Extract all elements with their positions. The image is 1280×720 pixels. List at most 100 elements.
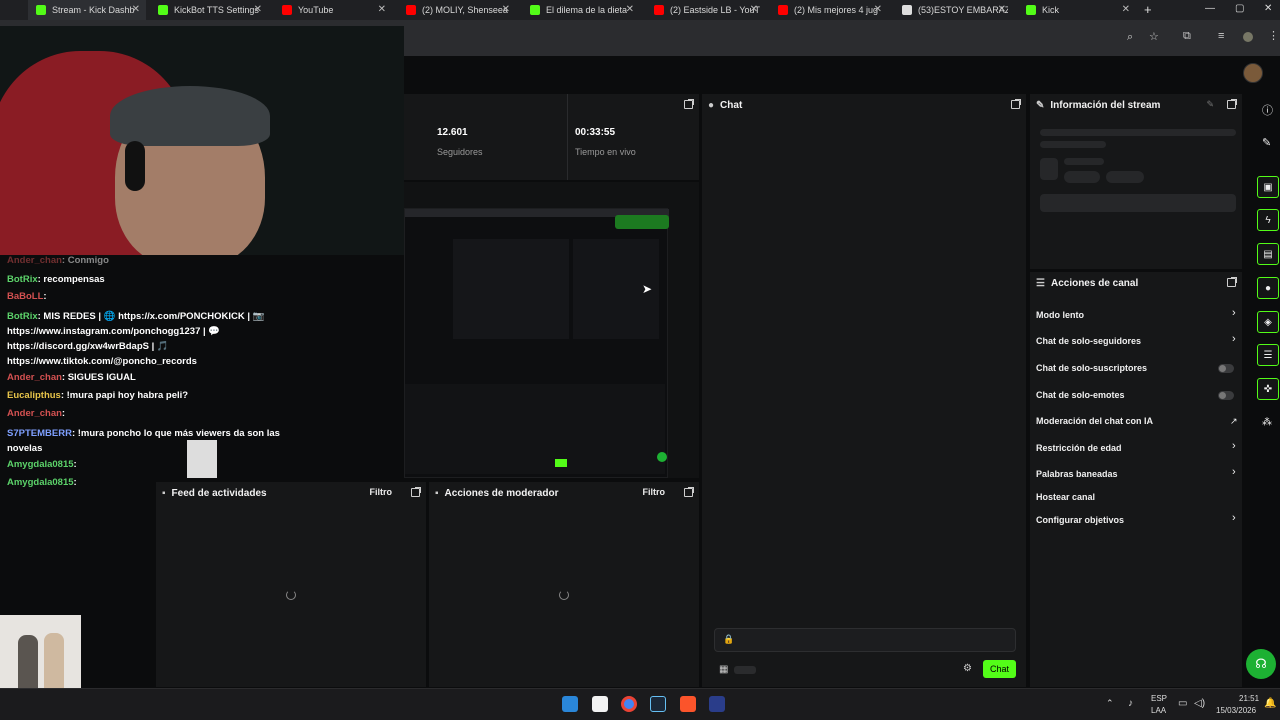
ai-moderation-option[interactable]: Moderación del chat con IA — [1036, 416, 1153, 426]
chat-settings-gift-icon[interactable]: ▦ — [719, 664, 728, 675]
chat-text: : — [73, 459, 77, 470]
chat-text: : !mura papi hoy habra peli? — [60, 390, 189, 401]
chevron-right-icon[interactable]: › — [1232, 307, 1236, 319]
app-icon[interactable] — [709, 696, 725, 712]
browser-tab[interactable]: YouTube ✕ — [274, 0, 392, 20]
extensions-icon[interactable]: ⧉ — [1183, 30, 1191, 43]
expand-icon[interactable] — [684, 487, 694, 497]
new-tab-button[interactable]: + — [1144, 2, 1152, 17]
tab-label: KickBot TTS Settings — [174, 5, 259, 15]
volume-icon[interactable]: ◁) — [1194, 698, 1205, 709]
sidebar-screen-button[interactable]: ▣ — [1257, 176, 1279, 198]
expand-icon[interactable] — [1227, 277, 1237, 287]
zoom-icon[interactable]: ⌕ — [1127, 31, 1133, 44]
sidebar-list-button[interactable]: ☰ — [1257, 344, 1279, 366]
loading-skeleton — [1040, 158, 1058, 180]
sidebar-wrench-button[interactable]: ✜ — [1257, 378, 1279, 400]
expand-icon[interactable] — [411, 487, 421, 497]
browser-menu-icon[interactable]: ⋮ — [1268, 29, 1279, 42]
chat-message: Amygdala0815: — [7, 459, 77, 470]
close-tab-icon[interactable]: ✕ — [750, 4, 758, 15]
chat-input[interactable]: 🔒 — [714, 628, 1016, 652]
age-restriction-option[interactable]: Restricción de edad — [1036, 443, 1122, 453]
chevron-right-icon[interactable]: › — [1232, 466, 1236, 478]
brave-icon[interactable] — [680, 696, 696, 712]
maximize-button[interactable]: ▢ — [1235, 3, 1244, 14]
browser-tab[interactable]: (2) Eastside LB - YouT ✕ — [646, 0, 764, 20]
close-tab-icon[interactable]: ✕ — [132, 4, 140, 15]
youtube-icon — [654, 5, 664, 15]
subscribers-only-toggle[interactable] — [1218, 364, 1234, 373]
gear-icon[interactable]: ⚙ — [963, 663, 972, 674]
preview-support-icon — [657, 452, 667, 462]
expand-icon[interactable] — [1227, 99, 1237, 109]
host-channel-option[interactable]: Hostear canal — [1036, 492, 1095, 502]
bookmark-star-icon[interactable]: ☆ — [1149, 30, 1159, 43]
sidebar-lightning-button[interactable]: ϟ — [1257, 209, 1279, 231]
browser-tab[interactable]: (53)ESTOY EMBARAZ ✕ — [894, 0, 1012, 20]
activity-feed-title: Feed de actividades — [171, 487, 267, 499]
mic-icon[interactable]: ♪ — [1128, 698, 1133, 709]
tray-arrow-icon[interactable]: ⌃ — [1106, 698, 1114, 709]
close-tab-icon[interactable]: ✕ — [1122, 4, 1130, 15]
profile-avatar[interactable] — [1243, 32, 1253, 42]
edit-pencil-icon[interactable]: ✎ — [1206, 99, 1214, 110]
keyboard-layout[interactable]: LAA — [1151, 706, 1166, 715]
network-icon[interactable]: ▭ — [1178, 698, 1187, 709]
activity-filter-button[interactable]: Filtro — [370, 487, 393, 497]
chat-message: Eucalipthus: !mura papi hoy habra peli? — [7, 390, 188, 401]
minimize-button[interactable]: — — [1205, 3, 1215, 14]
close-tab-icon[interactable]: ✕ — [874, 4, 882, 15]
mod-actions-panel: ▪ Acciones de moderador Filtro — [429, 482, 699, 687]
close-tab-icon[interactable]: ✕ — [998, 4, 1006, 15]
info-icon[interactable]: ⓘ — [1262, 102, 1273, 118]
banned-words-option[interactable]: Palabras baneadas — [1036, 469, 1118, 479]
kick-icon — [36, 5, 46, 15]
browser-tab[interactable]: El dilema de la dieta ✕ — [522, 0, 640, 20]
slow-mode-option[interactable]: Modo lento — [1036, 310, 1084, 320]
notepad-icon[interactable] — [592, 696, 608, 712]
chevron-right-icon[interactable]: › — [1232, 333, 1236, 345]
browser-tab[interactable]: (2) Mis mejores 4 jug ✕ — [770, 0, 888, 20]
stream-video[interactable] — [404, 208, 669, 478]
external-link-icon[interactable]: ↗ — [1230, 416, 1238, 427]
lock-icon: 🔒 — [723, 634, 735, 644]
clock-time[interactable]: 21:51 — [1239, 694, 1259, 703]
browser-tab[interactable]: Stream - Kick Dashb ✕ — [28, 0, 146, 20]
stats-panel: 12.601 Seguidores 00:33:55 Tiempo en viv… — [404, 94, 699, 180]
edit-icon[interactable]: ✎ — [1262, 136, 1271, 149]
browser-tab[interactable]: (2) MOLIY, Shenseea ✕ — [398, 0, 516, 20]
language-indicator[interactable]: ESP — [1151, 694, 1167, 703]
sidebar-audio-button[interactable]: ◈ — [1257, 311, 1279, 333]
support-headset-button[interactable]: ☊ — [1246, 649, 1276, 679]
browser-tab[interactable]: Kick ✕ — [1018, 0, 1136, 20]
chevron-right-icon[interactable]: › — [1232, 512, 1236, 524]
sidebar-page-button[interactable]: ▤ — [1257, 243, 1279, 265]
actions-icon: ☰ — [1036, 277, 1045, 289]
chat-send-button[interactable]: Chat — [983, 660, 1016, 678]
followers-label: Seguidores — [437, 147, 483, 157]
close-tab-icon[interactable]: ✕ — [254, 4, 262, 15]
chat-text: : — [73, 477, 77, 488]
media-control-icon[interactable]: ≡ — [1218, 30, 1224, 42]
connections-icon[interactable]: ⁂ — [1262, 417, 1272, 428]
followers-only-option[interactable]: Chat de solo-seguidores — [1036, 336, 1141, 346]
windows-start-icon[interactable] — [562, 696, 578, 712]
chevron-right-icon[interactable]: › — [1232, 440, 1236, 452]
mod-filter-button[interactable]: Filtro — [643, 487, 666, 497]
expand-icon[interactable] — [1011, 99, 1021, 109]
steam-icon[interactable] — [650, 696, 666, 712]
emotes-only-toggle[interactable] — [1218, 391, 1234, 400]
clock-date[interactable]: 15/03/2026 — [1216, 706, 1256, 715]
chrome-icon[interactable] — [621, 696, 637, 712]
notification-bell-icon[interactable]: 🔔 — [1264, 698, 1276, 709]
close-tab-icon[interactable]: ✕ — [502, 4, 510, 15]
user-avatar[interactable] — [1243, 63, 1263, 83]
browser-tab[interactable]: KickBot TTS Settings ✕ — [150, 0, 268, 20]
expand-icon[interactable] — [684, 99, 694, 109]
close-tab-icon[interactable]: ✕ — [626, 4, 634, 15]
configure-goals-option[interactable]: Configurar objetivos — [1036, 515, 1124, 525]
sidebar-chat-button[interactable]: ● — [1257, 277, 1279, 299]
close-tab-icon[interactable]: ✕ — [378, 4, 386, 15]
close-window-button[interactable]: ✕ — [1264, 3, 1272, 14]
